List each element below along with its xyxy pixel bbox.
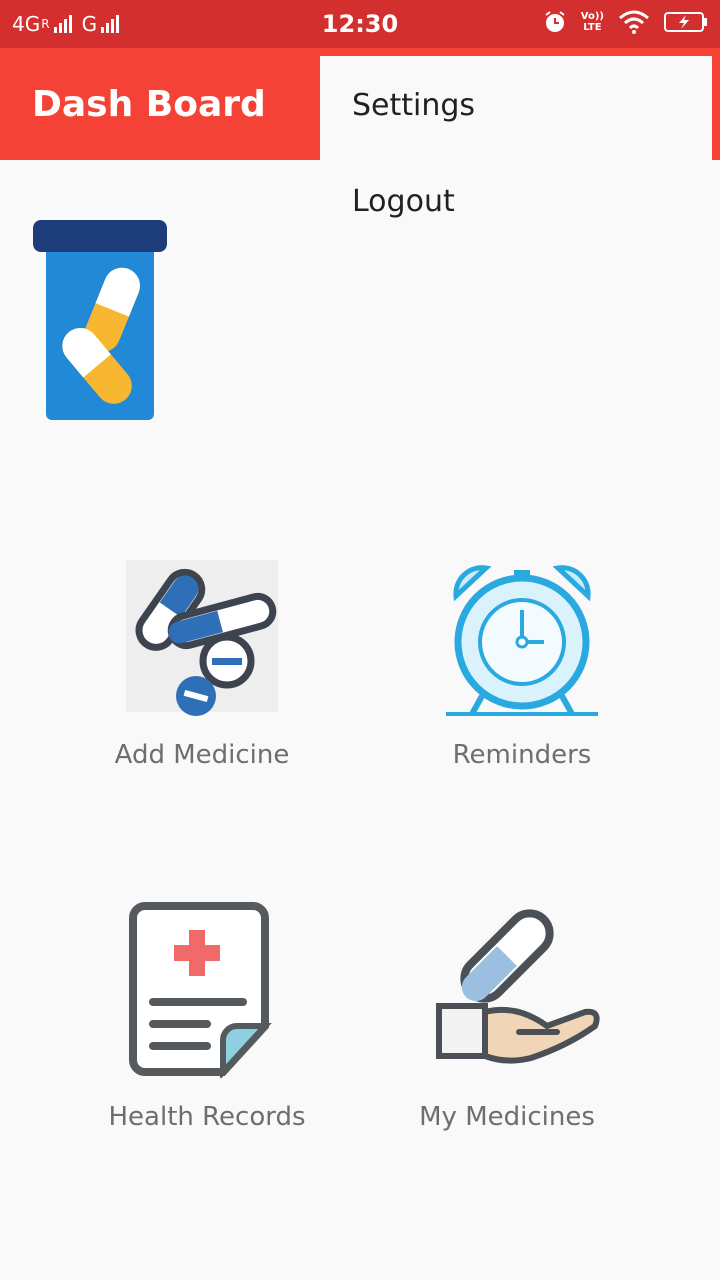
tile-reminders[interactable]: Reminders — [392, 556, 652, 770]
page-title: Dash Board — [32, 84, 266, 125]
tile-health-records[interactable]: Health Records — [77, 894, 337, 1132]
health-record-icon — [129, 902, 272, 1078]
volte-icon: Vo)) LTE — [581, 11, 604, 33]
alarm-icon — [545, 11, 565, 32]
tile-my-medicines[interactable]: My Medicines — [377, 894, 637, 1132]
menu-item-logout[interactable]: Logout — [352, 184, 455, 219]
tile-label-my-medicines: My Medicines — [419, 1102, 595, 1132]
volte-bottom: LTE — [583, 22, 602, 33]
hand-capsule-icon — [436, 909, 600, 1064]
alarm-clock-icon — [446, 565, 598, 716]
tile-label-add-medicine: Add Medicine — [114, 740, 290, 770]
status-icons: Vo)) LTE — [543, 10, 708, 34]
tile-label-health-records: Health Records — [108, 1102, 306, 1132]
status-bar: 4G R G 12:30 Vo)) LTE — [0, 0, 720, 48]
volte-top: Vo)) — [580, 11, 604, 22]
overflow-menu: Settings Logout — [320, 56, 712, 250]
battery-charging-icon — [664, 12, 707, 32]
menu-item-settings[interactable]: Settings — [352, 88, 475, 123]
tile-label-reminders: Reminders — [452, 740, 592, 770]
pills-icon — [126, 560, 278, 716]
pill-bottle-logo — [33, 220, 167, 420]
wifi-icon — [619, 10, 649, 34]
tile-add-medicine[interactable]: Add Medicine — [72, 556, 332, 770]
